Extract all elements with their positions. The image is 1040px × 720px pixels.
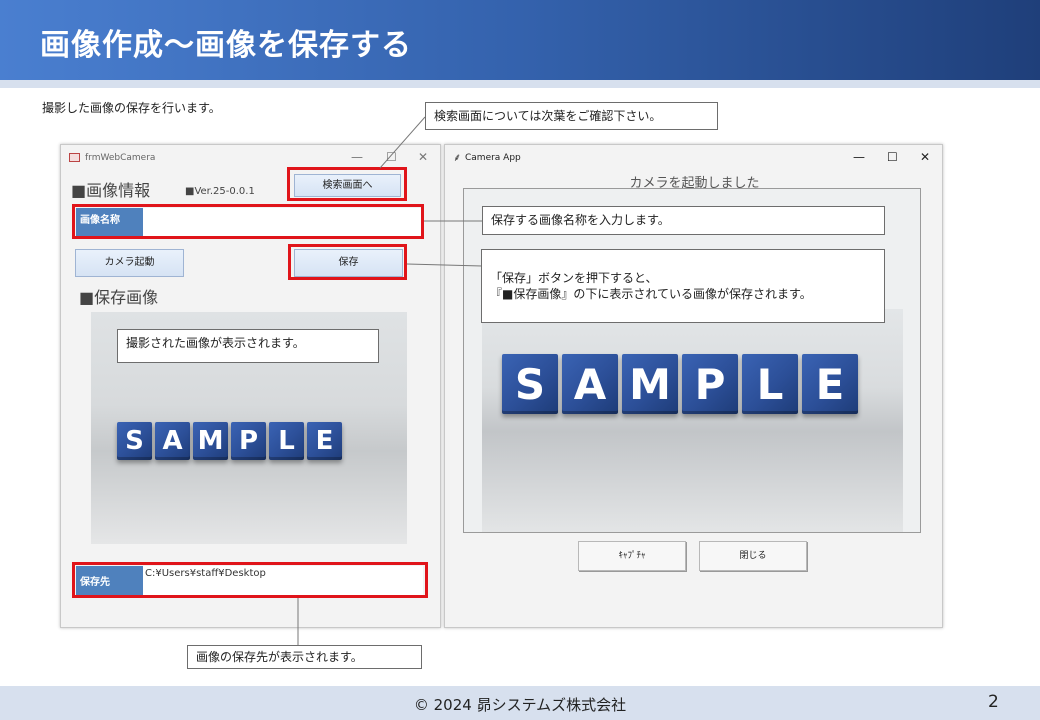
callout-search-note: 検索画面については次葉をご確認下さい。 xyxy=(425,102,718,130)
callout-name-note: 保存する画像名称を入力します。 xyxy=(482,206,885,235)
callout-path-note: 画像の保存先が表示されます。 xyxy=(187,645,422,669)
callout-save-note-line1: 「保存」ボタンを押下すると、 xyxy=(490,271,658,285)
callout-save-note: 「保存」ボタンを押下すると、 『■保存画像』の下に表示されている画像が保存されま… xyxy=(481,249,885,323)
connector-search xyxy=(379,116,426,169)
footer-copyright: © 2024 昴システムズ株式会社 xyxy=(413,696,627,714)
callout-save-note-line2: 『■保存画像』の下に表示されている画像が保存されます。 xyxy=(490,287,812,301)
callout-image-note: 撮影された画像が表示されます。 xyxy=(117,329,379,363)
connector-save xyxy=(406,263,483,267)
page-number: 2 xyxy=(988,692,999,712)
